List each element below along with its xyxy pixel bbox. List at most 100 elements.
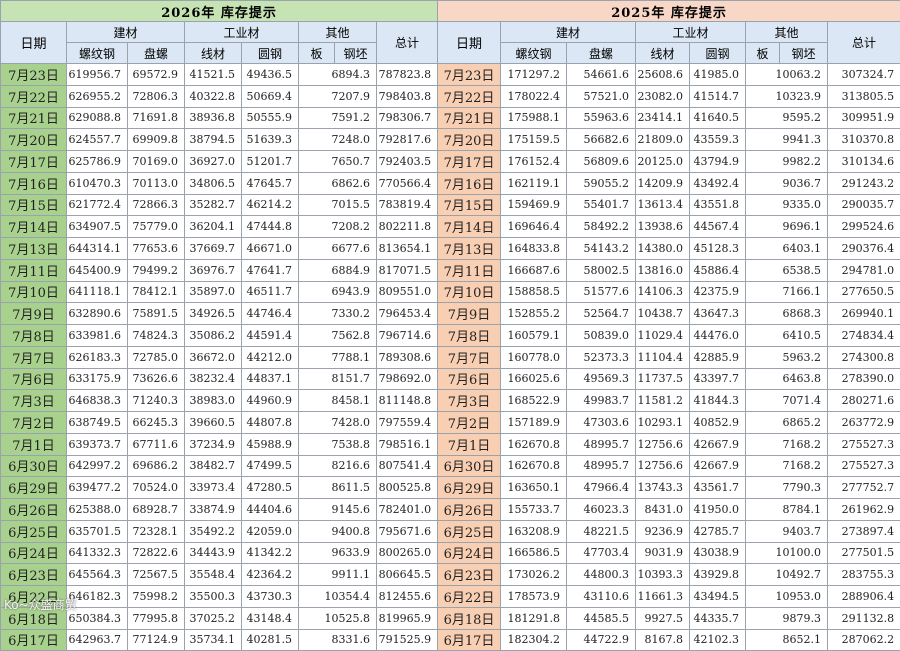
wire-cell: 20125.0 — [636, 151, 690, 173]
table-row: 7月3日168522.949983.711581.241844.37071.42… — [438, 390, 900, 412]
plate-cell: 9145.6 — [299, 499, 377, 521]
rebar-cell: 160778.0 — [501, 346, 567, 368]
coil-cell: 77995.8 — [128, 607, 185, 629]
rebar-cell: 626955.2 — [67, 85, 128, 107]
table-body-2025: 7月23日171297.254661.625608.641985.010063.… — [438, 64, 900, 651]
coil-cell: 44585.5 — [567, 607, 636, 629]
table-row: 6月23日173026.244800.310393.343929.810492.… — [438, 564, 900, 586]
coil-cell: 47703.4 — [567, 542, 636, 564]
header-billet: 钢坯 — [780, 43, 828, 64]
date-cell: 7月8日 — [1, 325, 67, 347]
table-row: 7月15日159469.955401.713613.443551.89335.0… — [438, 194, 900, 216]
wire-cell: 9927.5 — [636, 607, 690, 629]
rebar-cell: 621772.4 — [67, 194, 128, 216]
total-cell: 792817.6 — [377, 129, 438, 151]
round-cell: 45128.3 — [690, 238, 746, 260]
wire-cell: 39660.5 — [185, 412, 242, 434]
header-coil: 盘螺 — [128, 43, 185, 64]
rebar-cell: 639477.2 — [67, 477, 128, 499]
round-cell: 47499.5 — [242, 455, 299, 477]
rebar-cell: 182304.2 — [501, 629, 567, 651]
round-cell: 43647.3 — [690, 303, 746, 325]
wire-cell: 40322.8 — [185, 85, 242, 107]
coil-cell: 47303.6 — [567, 412, 636, 434]
date-cell: 7月13日 — [1, 238, 67, 260]
header-other: 其他 — [299, 22, 377, 43]
date-cell: 7月6日 — [1, 368, 67, 390]
table-row: 6月25日163208.948221.59236.942785.79403.72… — [438, 520, 900, 542]
plate-cell: 9403.7 — [746, 520, 828, 542]
rebar-cell: 645564.3 — [67, 564, 128, 586]
wire-cell: 38936.8 — [185, 107, 242, 129]
date-cell: 6月23日 — [438, 564, 501, 586]
total-cell: 269940.1 — [828, 303, 900, 325]
plate-cell: 7650.7 — [299, 151, 377, 173]
round-cell: 43148.4 — [242, 607, 299, 629]
wire-cell: 11581.2 — [636, 390, 690, 412]
total-cell: 789308.6 — [377, 346, 438, 368]
round-cell: 43794.9 — [690, 151, 746, 173]
plate-cell: 10063.2 — [746, 64, 828, 86]
wire-cell: 34806.5 — [185, 172, 242, 194]
wire-cell: 41521.5 — [185, 64, 242, 86]
rebar-cell: 169646.4 — [501, 216, 567, 238]
round-cell: 41514.7 — [690, 85, 746, 107]
coil-cell: 77124.9 — [128, 629, 185, 651]
round-cell: 41950.0 — [690, 499, 746, 521]
wire-cell: 12756.6 — [636, 455, 690, 477]
table-row: 7月20日175159.556682.621809.043559.39941.3… — [438, 129, 900, 151]
header-round: 圆钢 — [690, 43, 746, 64]
date-cell: 6月17日 — [438, 629, 501, 651]
total-cell: 283755.3 — [828, 564, 900, 586]
round-cell: 45988.9 — [242, 433, 299, 455]
coil-cell: 55963.6 — [567, 107, 636, 129]
table-row: 7月8日633981.674824.335086.244591.47562.87… — [1, 325, 438, 347]
date-cell: 7月14日 — [1, 216, 67, 238]
table-row: 7月6日166025.649569.311737.543397.76463.82… — [438, 368, 900, 390]
plate-cell: 10323.9 — [746, 85, 828, 107]
coil-cell: 51577.6 — [567, 281, 636, 303]
round-cell: 47280.5 — [242, 477, 299, 499]
date-cell: 7月11日 — [1, 259, 67, 281]
total-cell: 787823.8 — [377, 64, 438, 86]
table-row: 6月29日163650.147966.413743.343561.77790.3… — [438, 477, 900, 499]
plate-cell: 7591.2 — [299, 107, 377, 129]
total-cell: 261962.9 — [828, 499, 900, 521]
rebar-cell: 633981.6 — [67, 325, 128, 347]
coil-cell: 50839.0 — [567, 325, 636, 347]
coil-cell: 69572.9 — [128, 64, 185, 86]
total-cell: 277650.5 — [828, 281, 900, 303]
rebar-cell: 166025.6 — [501, 368, 567, 390]
header-wire: 线材 — [185, 43, 242, 64]
rebar-cell: 158858.5 — [501, 281, 567, 303]
table-row: 7月13日644314.177653.637669.746671.06677.6… — [1, 238, 438, 260]
wire-cell: 23414.1 — [636, 107, 690, 129]
table-row: 6月29日639477.270524.033973.447280.58611.5… — [1, 477, 438, 499]
header-coil: 盘螺 — [567, 43, 636, 64]
table-row: 7月17日176152.456809.620125.043794.99982.2… — [438, 151, 900, 173]
plate-cell: 9633.9 — [299, 542, 377, 564]
rebar-cell: 629088.8 — [67, 107, 128, 129]
coil-cell: 74824.3 — [128, 325, 185, 347]
rebar-cell: 162119.1 — [501, 172, 567, 194]
plate-cell: 7788.1 — [299, 346, 377, 368]
date-cell: 7月1日 — [438, 433, 501, 455]
total-cell: 274834.4 — [828, 325, 900, 347]
total-cell: 797559.4 — [377, 412, 438, 434]
header-round: 圆钢 — [242, 43, 299, 64]
round-cell: 41985.0 — [690, 64, 746, 86]
wire-cell: 21809.0 — [636, 129, 690, 151]
total-cell: 287062.2 — [828, 629, 900, 651]
inventory-comparison: 2026年 库存提示 日期 建材 工业材 其他 总计 螺纹钢 盘螺 线材 圆钢 … — [0, 0, 900, 614]
plate-cell: 6403.1 — [746, 238, 828, 260]
date-cell: 6月26日 — [438, 499, 501, 521]
coil-cell: 72822.6 — [128, 542, 185, 564]
wire-cell: 14209.9 — [636, 172, 690, 194]
rebar-cell: 181291.8 — [501, 607, 567, 629]
coil-cell: 48995.7 — [567, 433, 636, 455]
wire-cell: 13613.4 — [636, 194, 690, 216]
wire-cell: 35548.4 — [185, 564, 242, 586]
total-cell: 313805.5 — [828, 85, 900, 107]
round-cell: 42102.3 — [690, 629, 746, 651]
rebar-cell: 162670.8 — [501, 433, 567, 455]
